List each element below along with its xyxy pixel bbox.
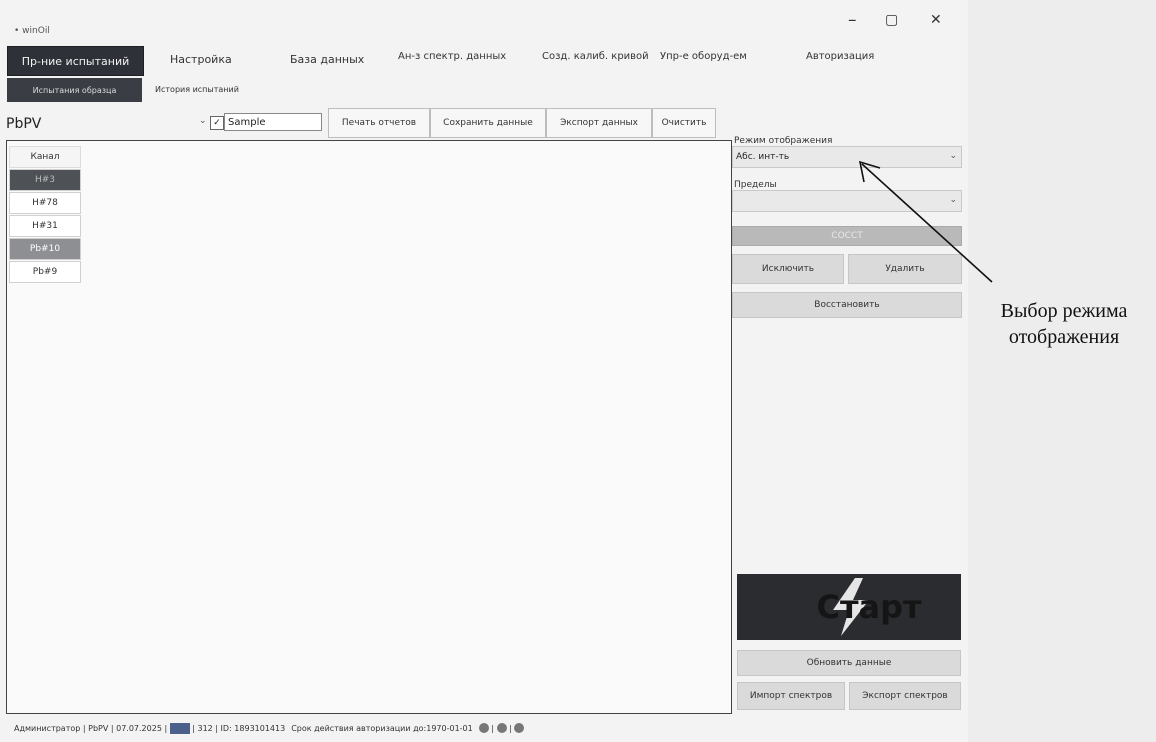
refresh-data-button[interactable]: Обновить данные [737, 650, 961, 676]
channel-item[interactable]: H#3 [9, 169, 81, 191]
tests-menu-button[interactable]: Пр-ние испытаний [7, 46, 144, 76]
sample-tests-button[interactable]: Испытания образца [7, 78, 142, 102]
app-window: • winOil – ▢ ✕ Пр-ние испытаний Настройк… [0, 0, 968, 742]
sample-input[interactable]: Sample [224, 113, 322, 131]
menu-item-calibration-curve[interactable]: Созд. калиб. кривой [542, 51, 649, 62]
status-separator: | [161, 723, 170, 733]
status-separator: | [488, 723, 497, 733]
channel-item[interactable]: H#78 [9, 192, 81, 214]
status-user: Администратор [14, 723, 81, 733]
tests-history-link[interactable]: История испытаний [155, 85, 239, 94]
sample-checkbox[interactable]: ✓ [210, 116, 224, 130]
channel-list: Канал H#3 H#78 H#31 Pb#10 Pb#9 [9, 146, 81, 284]
display-mode-label: Режим отображения [734, 136, 833, 146]
menu-item-authorization[interactable]: Авторизация [806, 51, 874, 62]
status-count: 312 [197, 723, 213, 733]
start-button-label: Старт [816, 588, 922, 626]
close-button[interactable]: ✕ [930, 12, 942, 28]
menu-item-equipment[interactable]: Упр-е оборуд-ем [660, 51, 747, 62]
spectrum-plot-area[interactable] [6, 140, 732, 714]
menu-item-spectral-analysis[interactable]: Ан-з спектр. данных [398, 51, 506, 62]
annotation-line-1: Выбор режима [1000, 300, 1128, 322]
product-select-value: PbPV [6, 116, 42, 132]
product-select[interactable]: PbPV ⌄ [6, 113, 212, 135]
menu-item-settings[interactable]: Настройка [170, 53, 232, 66]
clear-button[interactable]: Очистить [652, 108, 716, 138]
annotation-line-2: отображения [1008, 326, 1120, 348]
status-indicator [169, 722, 190, 734]
status-date: 07.07.2025 [116, 723, 162, 733]
annotation-text: Выбор режима отображения [978, 298, 1150, 350]
maximize-button[interactable]: ▢ [885, 12, 898, 28]
channel-item[interactable]: Pb#10 [9, 238, 81, 260]
restore-button[interactable]: Восстановить [732, 292, 962, 318]
chevron-down-icon: ⌄ [199, 116, 207, 126]
channel-item[interactable]: Pb#9 [9, 261, 81, 283]
export-data-button[interactable]: Экспорт данных [546, 108, 652, 138]
status-separator: | [189, 723, 198, 733]
status-product: PbPV [88, 723, 109, 733]
display-mode-value: Абс. инт-ть [736, 152, 790, 162]
menu-item-database[interactable]: База данных [290, 53, 364, 66]
status-separator: | [108, 723, 117, 733]
status-auth: Срок действия авторизации до:1970-01-01 [291, 723, 473, 733]
device-icon [496, 723, 507, 733]
annotation-arrow [858, 160, 993, 283]
save-data-button[interactable]: Сохранить данные [430, 108, 546, 138]
limits-label: Пределы [734, 180, 777, 190]
status-id: ID: 1893101413 [220, 723, 286, 733]
channel-item[interactable]: H#31 [9, 215, 81, 237]
status-separator: | [506, 723, 515, 733]
status-separator: | [212, 723, 221, 733]
status-bar: Администратор | PbPV | 07.07.2025 | | 31… [14, 720, 525, 736]
start-button[interactable]: Старт [737, 574, 961, 640]
print-reports-button[interactable]: Печать отчетов [328, 108, 430, 138]
export-spectra-button[interactable]: Экспорт спектров [849, 682, 961, 710]
channel-list-header: Канал [9, 146, 81, 168]
import-spectra-button[interactable]: Импорт спектров [737, 682, 845, 710]
app-icon: • [14, 26, 23, 36]
status-separator: | [80, 723, 89, 733]
settings-icon [514, 723, 525, 733]
minimize-button[interactable]: – [848, 10, 857, 30]
connection-icon [478, 723, 489, 733]
exclude-button[interactable]: Исключить [732, 254, 844, 284]
window-title: • winOil [14, 26, 50, 36]
